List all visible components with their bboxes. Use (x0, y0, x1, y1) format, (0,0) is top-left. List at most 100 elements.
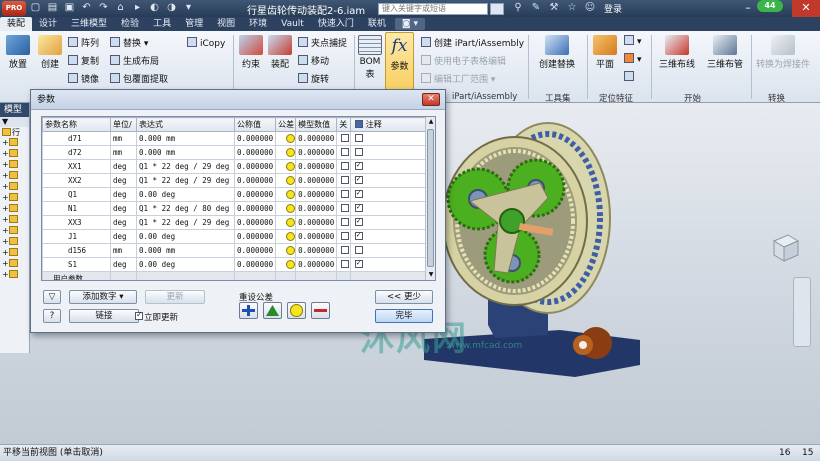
param-expression[interactable]: 0.000 mm (136, 243, 235, 258)
col-expression[interactable]: 表达式 (136, 117, 235, 132)
col-name[interactable]: 参数名称 (42, 117, 111, 132)
export-checkbox[interactable] (355, 175, 364, 184)
lower-tolerance-button[interactable] (311, 302, 330, 319)
binoculars-icon[interactable]: ⚲ (512, 2, 524, 14)
scroll-up-icon[interactable]: ▲ (426, 117, 435, 127)
export-checkbox[interactable] (355, 203, 364, 212)
route-3d-button[interactable]: 三维布线 (655, 35, 699, 70)
point-button[interactable]: ▾ (624, 53, 642, 65)
param-comment[interactable] (350, 173, 432, 188)
param-tolerance[interactable] (275, 229, 297, 244)
param-nominal[interactable]: 0.000000 (233, 257, 277, 272)
export-checkbox[interactable] (355, 161, 364, 170)
parameter-row[interactable]: XX1 deg Q1 * 22 deg / 29 deg 0.000000 0.0000… (42, 159, 432, 174)
export-checkbox[interactable] (355, 246, 364, 254)
param-name[interactable]: d71 (42, 131, 111, 146)
parameter-row[interactable]: S1 deg 0.00 deg 0.000000 0.000000 (42, 257, 432, 272)
scroll-down-icon[interactable]: ▼ (426, 270, 435, 280)
param-nominal[interactable]: 0.000000 (233, 187, 277, 202)
mirror-button[interactable]: 镜像 (68, 73, 99, 85)
tab-tools[interactable]: 工具 (146, 17, 178, 31)
edit-factory-button[interactable]: 编辑工厂范围 ▾ (421, 73, 495, 85)
pattern-button[interactable]: 阵列 (68, 37, 99, 49)
tree-item[interactable]: + (0, 193, 29, 204)
param-expression[interactable]: 0.00 deg (136, 257, 235, 272)
col-comment[interactable]: 注释 (350, 117, 432, 132)
constrain-button[interactable]: 约束 (238, 35, 264, 70)
restore-icon[interactable] (763, 0, 791, 17)
param-tolerance[interactable] (275, 145, 297, 160)
undo-icon[interactable]: ↶ (81, 2, 92, 13)
param-expression[interactable]: 0.00 deg (136, 187, 235, 202)
tree-item[interactable]: + (0, 215, 29, 226)
redo-icon[interactable]: ↷ (98, 2, 109, 13)
param-comment[interactable] (350, 131, 432, 146)
key-checkbox[interactable] (341, 190, 350, 198)
param-name[interactable]: d156 (42, 243, 111, 258)
tab-view[interactable]: 视图 (210, 17, 242, 31)
place-button[interactable]: 放置 (4, 35, 32, 70)
param-unit[interactable]: deg (110, 173, 137, 188)
export-checkbox[interactable] (355, 134, 364, 142)
open-icon[interactable]: ▤ (47, 2, 58, 13)
parameter-row[interactable]: Q1 deg 0.00 deg 0.000000 0.000000 (42, 187, 432, 202)
param-comment[interactable] (350, 229, 432, 244)
tree-item[interactable]: + (0, 138, 29, 149)
parameters-button[interactable]: fx 参数 (386, 35, 413, 72)
parameter-row[interactable]: J1 deg 0.00 deg 0.000000 0.000000 (42, 229, 432, 244)
col-tolerance[interactable]: 公差 (275, 117, 297, 132)
param-name[interactable]: XX2 (42, 173, 111, 188)
tree-item[interactable]: + (0, 149, 29, 160)
param-unit[interactable]: mm (110, 145, 137, 160)
scroll-thumb[interactable] (427, 129, 434, 267)
minimize-icon[interactable]: – (734, 0, 762, 17)
nominal-tolerance-button[interactable] (287, 302, 306, 319)
param-tolerance[interactable] (275, 159, 297, 174)
tab-online[interactable]: 联机 (361, 17, 393, 31)
star-icon[interactable]: ☆ (566, 2, 578, 14)
harness-3d-button[interactable]: 三维布管 (703, 35, 747, 70)
key-checkbox[interactable] (341, 148, 350, 156)
tab-assemble[interactable]: 装配 (0, 17, 33, 31)
link-button[interactable]: 链接 (69, 309, 139, 323)
parameter-row[interactable]: d72 mm 0.000 mm 0.000000 0.000000 (42, 145, 432, 160)
param-nominal[interactable]: 0.000000 (233, 131, 277, 146)
tree-item[interactable]: + (0, 182, 29, 193)
param-unit[interactable]: deg (110, 215, 137, 230)
shrinkwrap-button[interactable]: 包覆面提取 (110, 73, 168, 85)
parameter-row[interactable]: d71 mm 0.000 mm 0.000000 0.000000 (42, 131, 432, 146)
search-icon[interactable] (490, 3, 504, 15)
copy-button[interactable]: 复制 (68, 55, 99, 67)
param-nominal[interactable]: 0.000000 (233, 215, 277, 230)
create-ipart-button[interactable]: 创建 iPart/iAssembly (421, 37, 524, 49)
convert-weld-button[interactable]: 转换为焊接件 (752, 35, 814, 70)
tools-icon[interactable]: ✎ (530, 2, 542, 14)
upper-tolerance-button[interactable] (239, 302, 258, 319)
create-replace-button[interactable]: 创建替换 (535, 35, 579, 70)
table-scrollbar[interactable]: ▲ ▼ (425, 117, 435, 280)
param-nominal[interactable]: 0.000000 (233, 201, 277, 216)
param-unit[interactable]: deg (110, 187, 137, 202)
home-icon[interactable]: ⌂ (115, 2, 126, 13)
param-comment[interactable] (350, 215, 432, 230)
tab-environments[interactable]: 环境 (242, 17, 274, 31)
tree-item[interactable]: + (0, 270, 29, 281)
user-icon[interactable]: ☺ (584, 2, 596, 14)
dropdown-icon[interactable]: ▾ (183, 2, 194, 13)
close-window-icon[interactable]: ✕ (792, 0, 820, 17)
export-checkbox[interactable] (355, 231, 364, 240)
save-icon[interactable]: ▣ (64, 2, 75, 13)
param-tolerance[interactable] (275, 257, 297, 272)
parameter-row[interactable]: d156 mm 0.000 mm 0.000000 0.000000 (42, 243, 432, 258)
param-name[interactable]: S1 (42, 257, 111, 272)
param-nominal[interactable]: 0.000000 (233, 145, 277, 160)
param-unit[interactable]: deg (110, 201, 137, 216)
icopy-button[interactable]: iCopy (187, 37, 225, 49)
wrench-icon[interactable]: ⚒ (548, 2, 560, 14)
tree-item[interactable]: + (0, 237, 29, 248)
tree-item[interactable]: + (0, 248, 29, 259)
rotate-button[interactable]: 旋转 (298, 73, 329, 85)
tab-design[interactable]: 设计 (32, 17, 64, 31)
col-nominal[interactable]: 公称值 (233, 117, 277, 132)
param-name[interactable]: N1 (42, 201, 111, 216)
